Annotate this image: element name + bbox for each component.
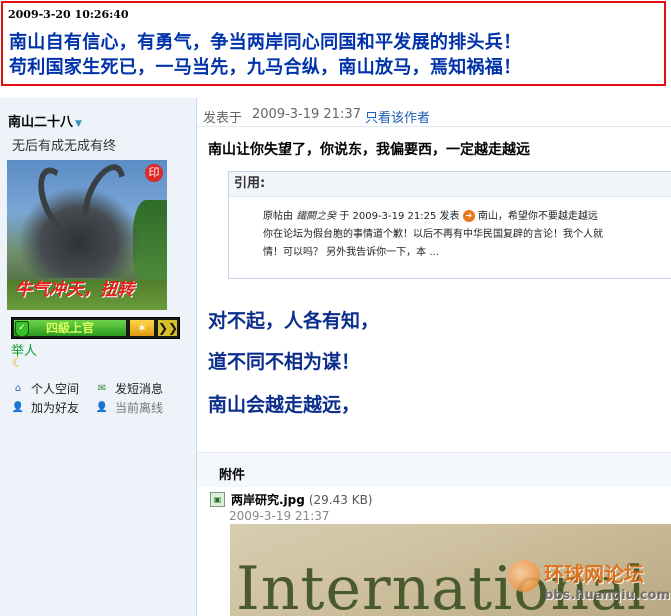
profile-links: ⌂ 个人空间 ✉ 发短消息 👤 加为好友 👤 当前离线	[11, 380, 191, 418]
user-motto: 无后有成无成有终	[12, 139, 117, 154]
add-user-icon: 👤	[11, 402, 25, 413]
post-content-area: 发表于 2009-3-19 21:37 只看该作者 南山让你失望了，你说东，我偏…	[197, 98, 671, 616]
quote-line-text: 南山，希望你不要越走越远	[477, 211, 598, 222]
send-message-link[interactable]: ✉ 发短消息	[95, 380, 163, 397]
attachment-date: 2009-3-19 21:37	[229, 509, 330, 523]
shield-icon: ✓	[15, 321, 29, 337]
online-status-label: 当前离线	[115, 401, 164, 415]
moon-icon: ☾	[12, 356, 24, 371]
star-icon: ✶	[130, 320, 154, 336]
quoted-author[interactable]: 鐵闕之癸	[296, 211, 336, 222]
post-body-line: 对不起，人各有知，	[208, 310, 380, 332]
attachment-header-label: 附件	[219, 468, 246, 483]
quote-line: 情！可以吗？ 另外我告诉你一下，本 ...	[263, 247, 439, 258]
post-title: 南山让你失望了，你说东，我偏要西，一定越走越远	[208, 142, 530, 158]
attachment-image[interactable]: International 环球网论坛 bbs.huanqiu.com	[230, 524, 671, 616]
quote-body: 原帖由 鐵闕之癸 于 2009-3-19 21:25 发表 ➜ 南山，希望你不要…	[263, 208, 671, 262]
add-friend-link[interactable]: 👤 加为好友	[11, 399, 79, 416]
watermark-name: 环球网论坛	[544, 562, 644, 586]
offline-user-icon: 👤	[95, 402, 109, 413]
globe-logo-icon	[508, 560, 540, 592]
avatar-seal-icon: 印	[145, 164, 163, 182]
post-body-line: 南山会越走越远，	[208, 394, 361, 416]
chevron-down-icon[interactable]: ▼	[75, 119, 82, 129]
username[interactable]: 南山二十八 ▼	[8, 111, 82, 130]
watermark-url: bbs.huanqiu.com	[544, 588, 670, 603]
double-chevron-icon: ❯❯	[158, 320, 179, 336]
image-file-icon: ▣	[210, 492, 225, 507]
quote-date: 于 2009-3-19 21:25 发表	[339, 211, 460, 222]
online-status: 👤 当前离线	[95, 399, 163, 416]
avatar-caption: 牛气冲天，扭转	[15, 280, 134, 300]
posted-time: 2009-3-19 21:37	[252, 107, 361, 122]
rank-bar: 四級上官 ✓ ✶ ❯❯	[11, 317, 180, 339]
banner-line-1: 南山自有信心，有勇气，争当两岸同心同国和平发展的排头兵！	[9, 32, 522, 53]
quote-prefix: 原帖由	[263, 211, 293, 222]
send-message-label[interactable]: 发短消息	[115, 380, 163, 397]
personal-space-label[interactable]: 个人空间	[31, 380, 79, 397]
post-meta: 发表于 2009-3-19 21:37 只看该作者	[197, 98, 671, 127]
add-friend-label[interactable]: 加为好友	[31, 399, 79, 416]
attachment-file-name[interactable]: 两岸研究.jpg	[231, 491, 305, 508]
profile-links-row: 👤 加为好友 👤 当前离线	[11, 399, 191, 418]
quote-header: 引用:	[229, 172, 671, 197]
profile-links-row: ⌂ 个人空间 ✉ 发短消息	[11, 380, 191, 399]
post-body-line: 道不同不相为谋！	[208, 351, 361, 373]
username-label[interactable]: 南山二十八	[8, 115, 73, 130]
banner-timestamp: 2009-3-20 10:26:40	[8, 8, 129, 21]
quote-line: 原帖由 鐵闕之癸 于 2009-3-19 21:25 发表 ➜ 南山，希望你不要…	[263, 208, 671, 226]
quote-line: 你在论坛为假台胞的事情道个歉！以后不再有中华民国复辟的言论！我个人就	[263, 229, 603, 240]
only-author-link[interactable]: 只看该作者	[365, 107, 430, 126]
headline-banner: 2009-3-20 10:26:40 南山自有信心，有勇气，争当两岸同心同国和平…	[1, 1, 666, 86]
attachment-file-size: (29.43 KB)	[308, 492, 373, 507]
banner-line-2: 苟利国家生死已，一马当先，九马合纵，南山放马，焉知祸福！	[9, 57, 522, 78]
forum-watermark: 环球网论坛 bbs.huanqiu.com	[508, 558, 670, 613]
personal-space-link[interactable]: ⌂ 个人空间	[11, 380, 79, 397]
posted-label: 发表于	[203, 111, 243, 126]
user-profile-sidebar: 南山二十八 ▼ 无后有成无成有终 印 牛气冲天，扭转 四級上官 ✓ ✶ ❯❯ 举人…	[0, 98, 197, 616]
avatar: 印 牛气冲天，扭转	[7, 160, 167, 310]
home-icon: ⌂	[14, 383, 22, 394]
rank-badge-label: 四級上官	[14, 320, 126, 336]
avatar-sculpture	[19, 188, 139, 278]
attachment-header: 附件	[197, 452, 671, 487]
quote-block: 引用: 原帖由 鐵闕之癸 于 2009-3-19 21:25 发表 ➜ 南山，希…	[228, 171, 671, 279]
goto-post-icon[interactable]: ➜	[462, 210, 475, 222]
envelope-icon: ✉	[97, 383, 107, 394]
attachment-file[interactable]: ▣ 两岸研究.jpg (29.43 KB)	[210, 491, 373, 508]
